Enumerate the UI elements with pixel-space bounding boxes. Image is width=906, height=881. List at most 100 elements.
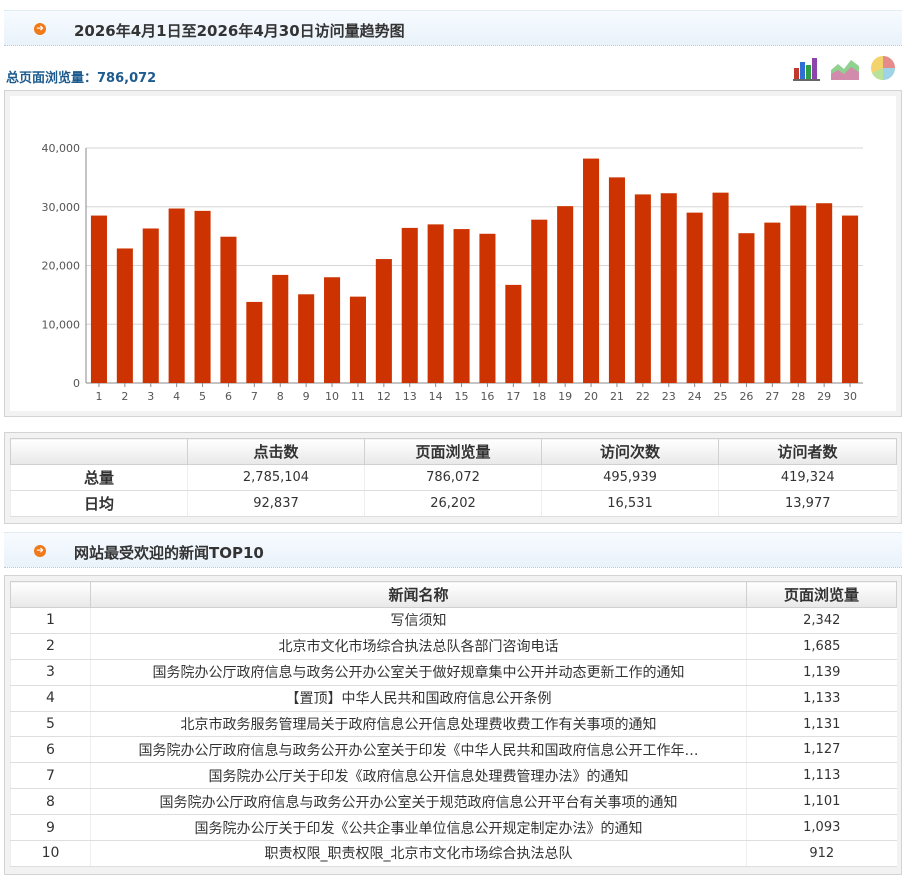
table-row: 1 写信须知 2,342 [10,607,897,634]
news-views-cell: 1,685 [746,633,897,660]
rank-cell: 6 [10,736,91,764]
bar [453,229,470,383]
news-title-link[interactable]: 国务院办公厅政府信息与政务公开办公室关于印发《中华人民共和国政府信息公开工作年… [90,736,747,764]
bar [686,212,703,383]
x-tick-label: 13 [403,390,417,403]
news-views-cell: 1,093 [746,814,897,842]
bar [246,301,263,383]
bar [790,205,807,383]
x-tick-label: 26 [739,390,753,403]
news-views-cell: 1,127 [746,736,897,764]
stat-value: 419,324 [718,464,897,491]
bar [531,219,548,383]
area-chart-icon[interactable] [830,54,860,82]
x-tick-label: 10 [325,390,339,403]
news-title-link[interactable]: 国务院办公厅政府信息与政务公开办公室关于规范政府信息公开平台有关事项的通知 [90,788,747,816]
rank-cell: 1 [10,607,91,634]
stat-value: 2,785,104 [187,464,365,491]
rank-cell: 10 [10,840,91,867]
bar [660,193,677,383]
top10-title: 网站最受欢迎的新闻TOP10 [74,544,264,562]
x-tick-label: 14 [429,390,443,403]
x-tick-label: 24 [688,390,702,403]
x-tick-label: 7 [251,390,258,403]
bar-chart-icon[interactable] [792,54,822,82]
news-views-cell: 1,101 [746,788,897,816]
stat-value: 13,977 [718,490,897,517]
stat-value: 16,531 [541,490,719,517]
stat-value: 26,202 [364,490,542,517]
bar [194,210,211,383]
table-row: 2 北京市文化市场综合执法总队各部门咨询电话 1,685 [10,633,897,660]
arrow-bullet-icon: ➜ [34,23,46,35]
table-row: 7 国务院办公厅关于印发《政府信息公开信息处理费管理办法》的通知 1,113 [10,762,897,790]
rank-header [10,581,91,608]
x-tick-label: 12 [377,390,391,403]
bar [738,233,755,383]
rank-cell: 7 [10,762,91,790]
col-visitors: 访问者数 [718,438,897,465]
row-label: 总量 [10,464,188,491]
x-tick-label: 6 [225,390,232,403]
top10-panel: 新闻名称 页面浏览量 1 写信须知 2,342 2 北京市文化市场综合执法总队各部门咨询… [4,575,902,875]
bar [583,158,600,383]
news-title-link[interactable]: 北京市政务服务管理局关于政府信息公开信息处理费收费工作有关事项的通知 [90,711,747,738]
news-title-link[interactable]: 国务院办公厅关于印发《政府信息公开信息处理费管理办法》的通知 [90,762,747,790]
table-row: 3 国务院办公厅政府信息与政务公开办公室关于做好规章集中公开并动态更新工作的通知 1… [10,659,897,686]
stats-row-daily: 日均 92,837 26,202 16,531 13,977 [10,490,897,517]
news-views-cell: 1,133 [746,685,897,712]
trend-title: 2026年4月1日至2026年4月30日访问量趋势图 [74,22,405,40]
rank-cell: 8 [10,788,91,816]
bar [557,206,574,383]
news-views-cell: 2,342 [746,607,897,634]
bar [142,228,159,383]
x-tick-label: 21 [610,390,624,403]
x-tick-label: 17 [506,390,520,403]
x-tick-label: 5 [199,390,206,403]
bar [712,192,729,383]
stats-corner [10,438,188,465]
news-title-link[interactable]: 【置顶】中华人民共和国政府信息公开条例 [90,685,747,712]
bar [505,284,522,383]
news-views-cell: 1,139 [746,659,897,686]
news-title-link[interactable]: 职责权限_职责权限_北京市文化市场综合执法总队 [90,840,747,867]
news-title-link[interactable]: 写信须知 [90,607,747,634]
stat-value: 92,837 [187,490,365,517]
x-tick-label: 2 [121,390,128,403]
rank-cell: 3 [10,659,91,686]
bar [116,248,133,383]
bar [90,215,107,383]
stat-value: 495,939 [541,464,719,491]
bar [608,177,625,383]
x-tick-label: 23 [662,390,676,403]
y-tick-label: 20,000 [42,260,81,273]
x-tick-label: 16 [480,390,494,403]
bar-chart: 010,00020,00030,00040,0001 2 3 4 5 6 7 8 9 10 11 12… [42,142,863,403]
bar [220,236,237,383]
chart-type-switcher [792,54,902,84]
news-title-link[interactable]: 国务院办公厅关于印发《公共企事业单位信息公开规定制定办法》的通知 [90,814,747,842]
trend-section-header: ➜ 2026年4月1日至2026年4月30日访问量趋势图 [4,10,902,46]
x-tick-label: 28 [791,390,805,403]
chart-container: 0 10,000 20,000 30,000 40,000 1 2 3 4 5 6 7 8 9 10 11 12… [4,90,902,417]
pie-chart-icon[interactable] [868,54,898,82]
table-row: 4 【置顶】中华人民共和国政府信息公开条例 1,133 [10,685,897,712]
stats-row-total: 总量 2,785,104 786,072 495,939 419,324 [10,464,897,491]
x-tick-label: 8 [277,390,284,403]
bar [634,194,651,383]
stats-panel: 点击数 页面浏览量 访问次数 访问者数 总量 2,785,104 786,072… [4,432,902,524]
news-views-cell: 1,113 [746,762,897,790]
y-tick-label: 40,000 [42,142,81,155]
news-title-link[interactable]: 北京市文化市场综合执法总队各部门咨询电话 [90,633,747,660]
x-tick-label: 11 [351,390,365,403]
y-tick-label: 30,000 [42,201,81,214]
bar [324,277,341,383]
x-tick-label: 29 [817,390,831,403]
news-views-cell: 912 [746,840,897,867]
rank-cell: 9 [10,814,91,842]
top10-section-header: ➜ 网站最受欢迎的新闻TOP10 [4,532,902,568]
bar [349,296,366,383]
arrow-bullet-icon: ➜ [34,545,46,557]
news-title-link[interactable]: 国务院办公厅政府信息与政务公开办公室关于做好规章集中公开并动态更新工作的通知 [90,659,747,686]
x-tick-label: 25 [714,390,728,403]
